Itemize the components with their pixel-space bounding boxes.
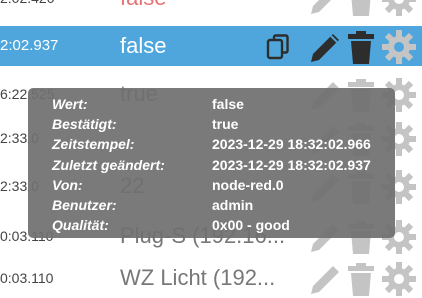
- table-row[interactable]: 2:02.420 false: [0, 0, 422, 18]
- row-timestamp: 0:03.110: [0, 270, 54, 286]
- tooltip-value: true: [212, 116, 239, 133]
- tooltip-row-timestamp: Zeitstempel: 2023-12-29 18:32:02.966: [52, 134, 395, 154]
- tooltip-value: 2023-12-29 18:32:02.966: [212, 136, 371, 153]
- tooltip-key: Wert:: [52, 96, 88, 112]
- tooltip-key: Von:: [52, 176, 83, 193]
- row-value: WZ Licht (192...: [120, 265, 276, 290]
- tooltip-row-user: Benutzer: admin: [52, 195, 395, 215]
- tooltip-row-from: Von: node-red.0: [52, 175, 395, 195]
- tooltip-key: Qualität:: [52, 217, 109, 234]
- gear-icon[interactable]: [381, 0, 417, 17]
- tooltip-row-quality: Qualität: 0x00 - good: [52, 215, 395, 235]
- copy-icon[interactable]: [266, 34, 290, 60]
- tooltip-value: 2023-12-29 18:32:02.937: [212, 156, 371, 173]
- state-details-tooltip: Wert: false Bestätigt: true Zeitstempel:…: [28, 88, 395, 238]
- pencil-icon[interactable]: [307, 262, 343, 298]
- pencil-icon[interactable]: [307, 30, 343, 66]
- tooltip-value: false: [212, 96, 244, 112]
- tooltip-key: Benutzer:: [52, 196, 117, 213]
- tooltip-value: 0x00 - good: [212, 217, 290, 234]
- tooltip-key: Bestätigt:: [52, 116, 117, 133]
- trash-icon[interactable]: [345, 31, 377, 65]
- tooltip-row-value: Wert: false: [52, 94, 395, 114]
- row-timestamp: 2:02.937: [0, 37, 59, 54]
- tooltip-row-acknowledged: Bestätigt: true: [52, 114, 395, 134]
- tooltip-value: admin: [212, 196, 254, 213]
- gear-icon[interactable]: [381, 29, 417, 65]
- gear-icon[interactable]: [381, 261, 417, 297]
- tooltip-row-last-changed: Zuletzt geändert: 2023-12-29 18:32:02.93…: [52, 155, 395, 175]
- pencil-icon[interactable]: [307, 0, 343, 18]
- row-value: false: [120, 33, 167, 58]
- row-value: false: [120, 0, 166, 18]
- tooltip-key: Zeitstempel:: [52, 136, 135, 153]
- row-timestamp: 2:02.420: [0, 0, 55, 18]
- trash-icon[interactable]: [345, 263, 377, 297]
- table-row-selected[interactable]: 2:02.937 false: [0, 26, 422, 66]
- table-row[interactable]: 0:03.110 WZ Licht (192...: [0, 258, 422, 298]
- tooltip-key: Zuletzt geändert:: [52, 156, 165, 173]
- tooltip-value: node-red.0: [212, 176, 284, 193]
- trash-icon[interactable]: [345, 0, 377, 17]
